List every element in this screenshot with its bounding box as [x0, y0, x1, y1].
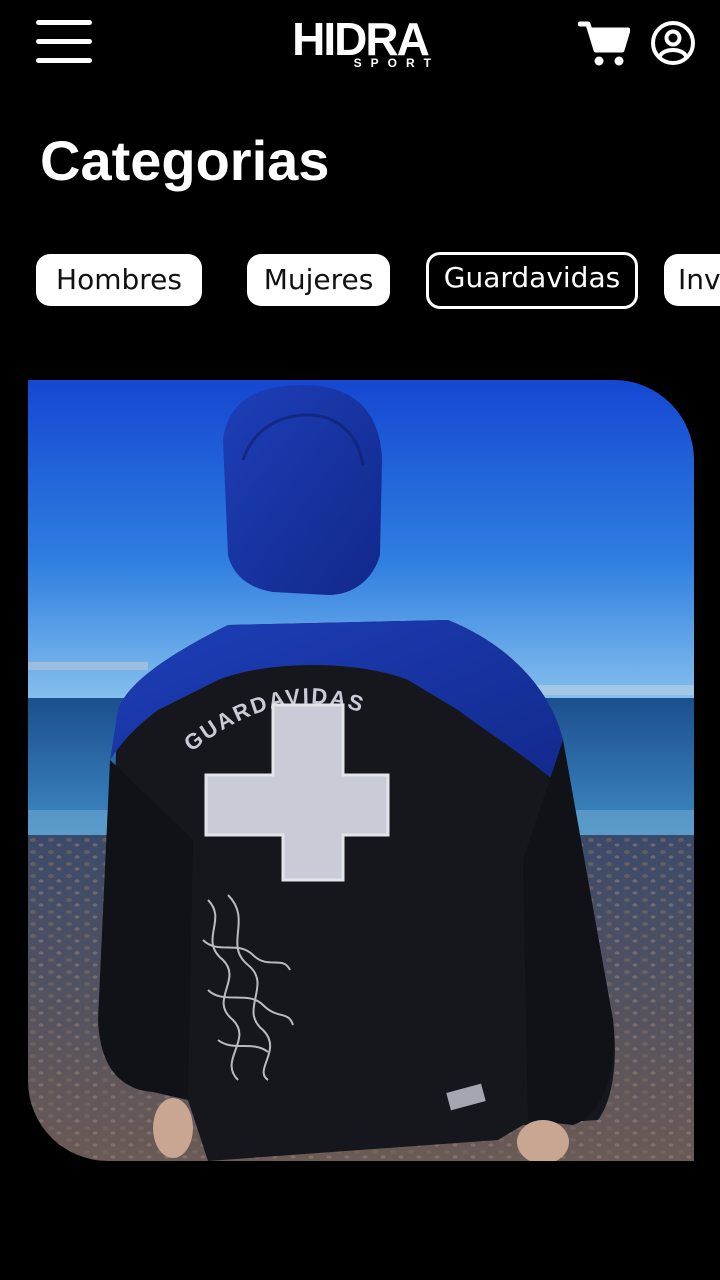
categories-screen: HIDRA SPORT Categorias Hombres Mujeres G… — [0, 0, 720, 1280]
category-chip-hombres[interactable]: Hombres — [36, 254, 202, 306]
category-chips: Hombres Mujeres Guardavidas Inv — [0, 252, 720, 312]
account-circle-icon[interactable] — [648, 18, 698, 68]
category-chip-invierno[interactable]: Inv — [664, 254, 720, 306]
shopping-cart-icon[interactable] — [577, 18, 631, 68]
category-hero-image[interactable]: GUARDAVIDAS — [28, 380, 694, 1161]
category-chip-mujeres[interactable]: Mujeres — [247, 254, 390, 306]
top-header: HIDRA SPORT — [0, 0, 720, 90]
hamburger-menu-icon[interactable] — [34, 18, 94, 68]
page-title: Categorias — [40, 129, 330, 192]
category-chip-guardavidas[interactable]: Guardavidas — [426, 252, 638, 309]
logo-subtext: SPORT — [353, 56, 440, 70]
brand-logo[interactable]: HIDRA SPORT — [278, 14, 442, 74]
